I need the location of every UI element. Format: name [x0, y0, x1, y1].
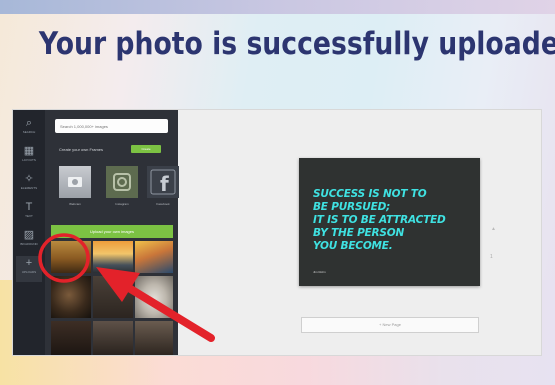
red-arrow-icon: [96, 267, 215, 342]
highlight-circle: [38, 233, 90, 283]
annotation-overlay: [38, 233, 215, 342]
